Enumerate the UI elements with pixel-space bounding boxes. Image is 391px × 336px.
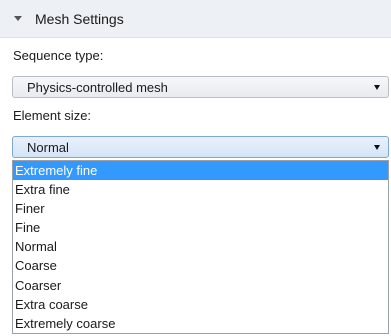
element-size-label: Element size: [13, 108, 92, 123]
collapse-caret-icon[interactable] [14, 16, 22, 21]
mesh-settings-section-header[interactable]: Mesh Settings [0, 0, 391, 38]
option-normal[interactable]: Normal [13, 237, 388, 256]
element-size-value: Normal [27, 139, 69, 155]
option-extra-coarse[interactable]: Extra coarse [13, 295, 388, 314]
dropdown-arrow-icon [374, 144, 380, 150]
sequence-type-value: Physics-controlled mesh [27, 79, 168, 95]
option-extremely-fine[interactable]: Extremely fine [13, 161, 388, 181]
option-coarser[interactable]: Coarser [13, 276, 388, 295]
dropdown-arrow-icon [374, 84, 380, 90]
option-extremely-coarse[interactable]: Extremely coarse [13, 314, 388, 333]
sequence-type-label: Sequence type: [13, 48, 104, 63]
option-extra-fine[interactable]: Extra fine [13, 180, 388, 199]
option-finer[interactable]: Finer [13, 199, 388, 218]
sequence-type-select[interactable]: Physics-controlled mesh [12, 76, 389, 98]
option-coarse[interactable]: Coarse [13, 256, 388, 275]
section-title: Mesh Settings [35, 10, 124, 27]
option-fine[interactable]: Fine [13, 218, 388, 237]
element-size-select[interactable]: Normal [12, 136, 389, 158]
element-size-dropdown-list: Extremely fine Extra fine Finer Fine Nor… [12, 160, 389, 334]
